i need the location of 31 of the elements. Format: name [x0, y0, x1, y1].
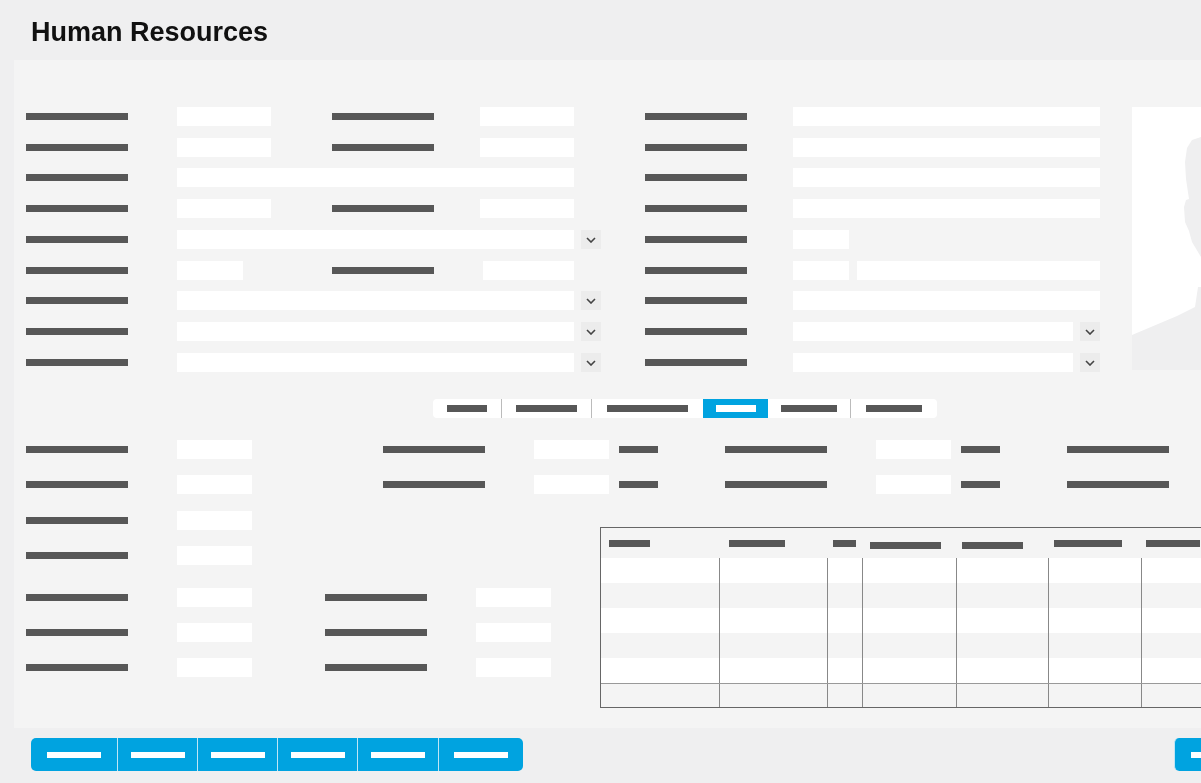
text-placeholder — [961, 446, 1000, 453]
column-header — [609, 539, 650, 547]
dropdown-button[interactable] — [581, 353, 601, 372]
column-header — [729, 539, 785, 547]
window-title: Human Resources — [30, 16, 269, 49]
column-header — [962, 541, 1023, 549]
dropdown-button[interactable] — [1080, 353, 1100, 372]
chevron-down-icon — [586, 297, 596, 304]
table-row[interactable] — [601, 683, 1201, 707]
column-header — [1054, 539, 1122, 547]
dropdown-button[interactable] — [581, 230, 601, 249]
chevron-down-icon — [1085, 359, 1095, 366]
toolbar-button[interactable] — [357, 738, 438, 771]
chevron-down-icon — [586, 359, 596, 366]
column-header — [833, 539, 856, 547]
toolbar-button[interactable] — [277, 738, 357, 771]
dropdown-button[interactable] — [581, 291, 601, 310]
toolbar-button[interactable] — [117, 738, 197, 771]
chevron-down-icon — [1085, 328, 1095, 335]
dropdown-button[interactable] — [581, 322, 601, 341]
toolbar-button[interactable] — [31, 738, 117, 771]
dropdown-button[interactable] — [1080, 322, 1100, 341]
text-placeholder — [961, 481, 1000, 488]
text-placeholder — [619, 481, 658, 488]
toolbar-button[interactable] — [197, 738, 277, 771]
text-placeholder — [619, 446, 658, 453]
chevron-down-icon — [586, 236, 596, 243]
column-header — [870, 541, 941, 549]
toolbar-button[interactable] — [438, 738, 523, 771]
chevron-down-icon — [586, 328, 596, 335]
column-header — [1146, 539, 1200, 547]
